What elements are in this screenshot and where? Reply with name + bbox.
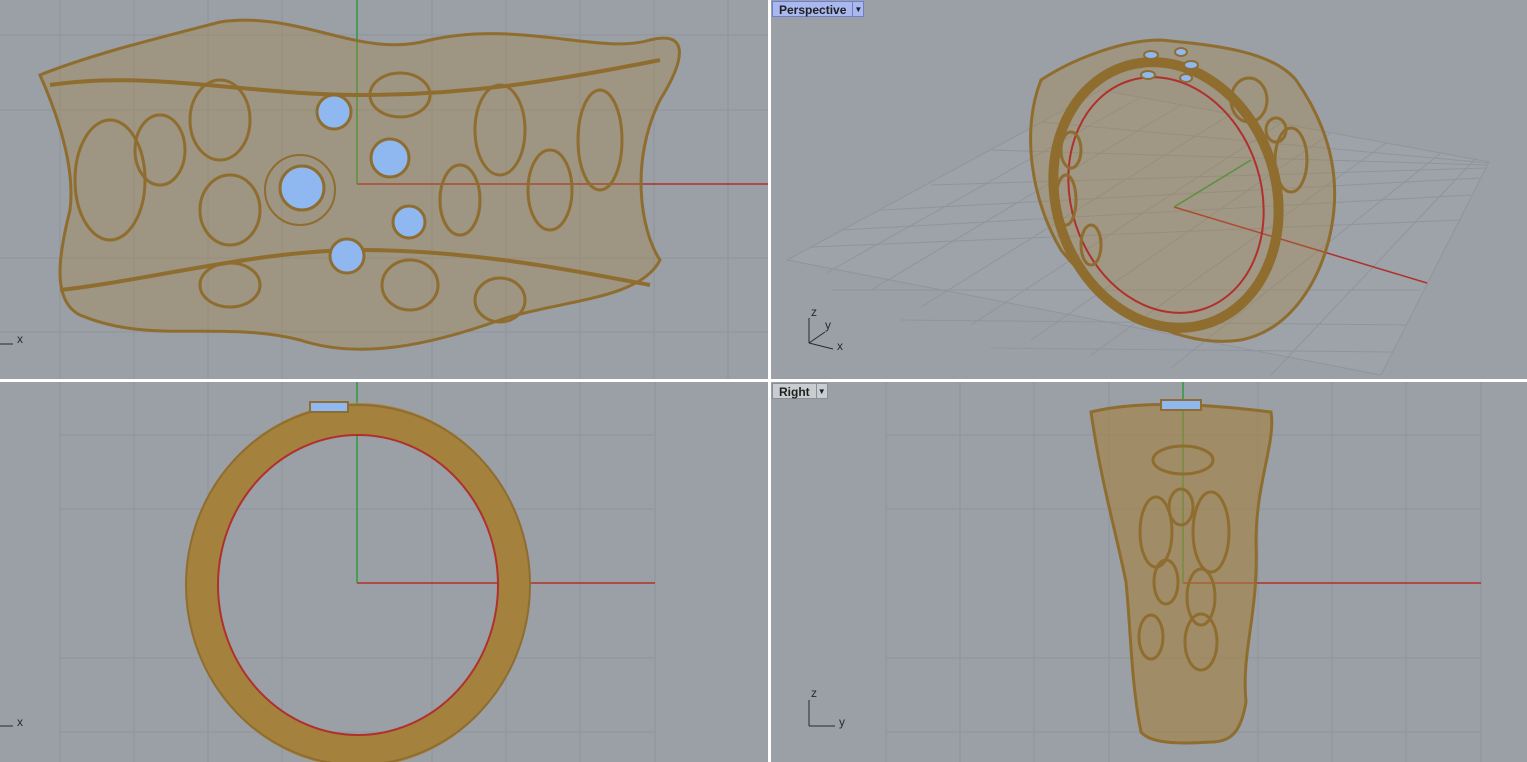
viewport-front[interactable]: x: [0, 382, 768, 762]
gem-setting: [1160, 399, 1202, 411]
viewport-perspective[interactable]: Perspective ▼ z y x: [771, 0, 1527, 379]
axis-gizmo: [808, 700, 835, 727]
viewport-perspective-canvas: [785, 38, 1490, 376]
axis-label-x: x: [17, 715, 23, 729]
viewport-right-canvas: [808, 382, 1482, 762]
viewport-top-canvas: [0, 0, 768, 379]
viewport-title[interactable]: Perspective: [772, 1, 854, 17]
axis-label-y: y: [839, 715, 845, 729]
viewport-title[interactable]: Right: [772, 383, 817, 399]
viewport-title-tab[interactable]: Perspective ▼: [772, 1, 865, 17]
axis-label-x: x: [17, 332, 23, 346]
viewport-right[interactable]: Right ▼ z y: [771, 382, 1527, 762]
viewport-front-canvas: [0, 382, 656, 762]
axis-label-x: x: [837, 339, 843, 353]
ring-wireframe: [1089, 403, 1274, 745]
viewport-title-tab[interactable]: Right ▼: [772, 383, 828, 399]
axis-label-z: z: [811, 305, 817, 319]
ring-wireframe: [37, 18, 681, 351]
axis-label-z: z: [811, 686, 817, 700]
chevron-down-icon[interactable]: ▼: [816, 383, 828, 399]
viewport-top[interactable]: x: [0, 0, 768, 379]
gem-setting: [309, 401, 349, 413]
chevron-down-icon[interactable]: ▼: [853, 1, 865, 17]
axis-label-y: y: [825, 318, 831, 332]
